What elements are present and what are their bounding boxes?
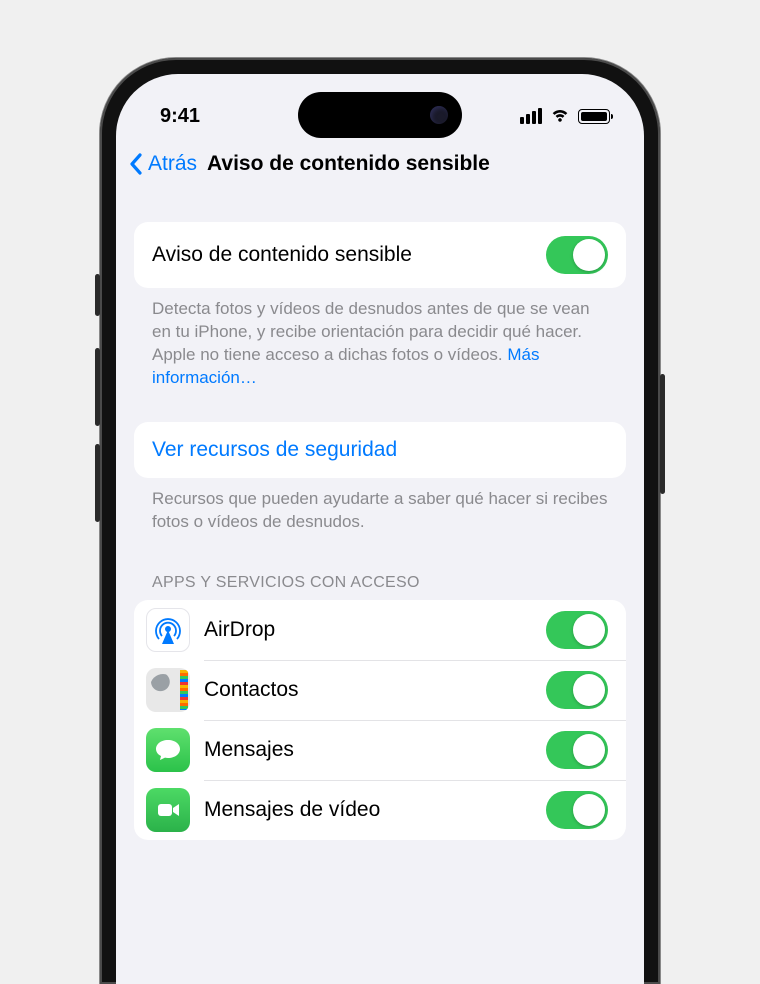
app-label: Mensajes de vídeo xyxy=(204,798,532,822)
power-button xyxy=(660,374,665,494)
app-row-airdrop: AirDrop xyxy=(134,600,626,660)
volume-down-button xyxy=(95,444,100,522)
video-messages-toggle[interactable] xyxy=(546,791,608,829)
contacts-icon xyxy=(146,668,190,712)
sensitive-warning-label: Aviso de contenido sensible xyxy=(152,243,546,267)
status-time: 9:41 xyxy=(160,105,200,128)
wifi-icon xyxy=(549,105,571,128)
app-label: Contactos xyxy=(204,678,532,702)
app-row-messages: Mensajes xyxy=(134,720,626,780)
airdrop-toggle[interactable] xyxy=(546,611,608,649)
video-messages-icon xyxy=(146,788,190,832)
app-row-contacts: Contactos xyxy=(134,660,626,720)
cellular-icon xyxy=(520,108,542,124)
cell-card: Aviso de contenido sensible xyxy=(134,222,626,288)
sensitive-warning-toggle[interactable] xyxy=(546,236,608,274)
battery-icon xyxy=(578,109,610,124)
volume-up-button xyxy=(95,348,100,426)
back-button[interactable]: Atrás xyxy=(128,152,197,176)
chevron-left-icon xyxy=(128,152,144,176)
apps-list: AirDrop Contactos Mensajes xyxy=(134,600,626,840)
page-title: Aviso de contenido sensible xyxy=(207,152,632,176)
app-label: Mensajes xyxy=(204,738,532,762)
status-icons xyxy=(520,105,610,128)
resources-footer: Recursos que pueden ayudarte a saber qué… xyxy=(134,478,626,534)
group-resources: Ver recursos de seguridad Recursos que p… xyxy=(134,422,626,534)
apps-section-header: APPS Y SERVICIOS CON ACCESO xyxy=(134,574,626,600)
nav-bar: Atrás Aviso de contenido sensible xyxy=(116,140,644,190)
phone-frame: 9:41 Atrás Aviso de contenido sensible A xyxy=(100,58,660,984)
main-footer: Detecta fotos y vídeos de desnudos antes… xyxy=(134,288,626,390)
app-row-video-messages: Mensajes de vídeo xyxy=(134,780,626,840)
group-apps: APPS Y SERVICIOS CON ACCESO AirDrop Cont… xyxy=(134,574,626,840)
messages-toggle[interactable] xyxy=(546,731,608,769)
view-safety-resources-button[interactable]: Ver recursos de seguridad xyxy=(134,422,626,478)
group-main-toggle: Aviso de contenido sensible Detecta foto… xyxy=(134,222,626,390)
screen: 9:41 Atrás Aviso de contenido sensible A xyxy=(116,74,644,984)
app-label: AirDrop xyxy=(204,618,532,642)
front-camera-icon xyxy=(430,106,448,124)
back-label: Atrás xyxy=(148,152,197,176)
messages-icon xyxy=(146,728,190,772)
contacts-toggle[interactable] xyxy=(546,671,608,709)
dynamic-island xyxy=(298,92,462,138)
sensitive-warning-cell: Aviso de contenido sensible xyxy=(134,222,626,288)
content: Aviso de contenido sensible Detecta foto… xyxy=(116,222,644,840)
side-button xyxy=(95,274,100,316)
airdrop-icon xyxy=(146,608,190,652)
